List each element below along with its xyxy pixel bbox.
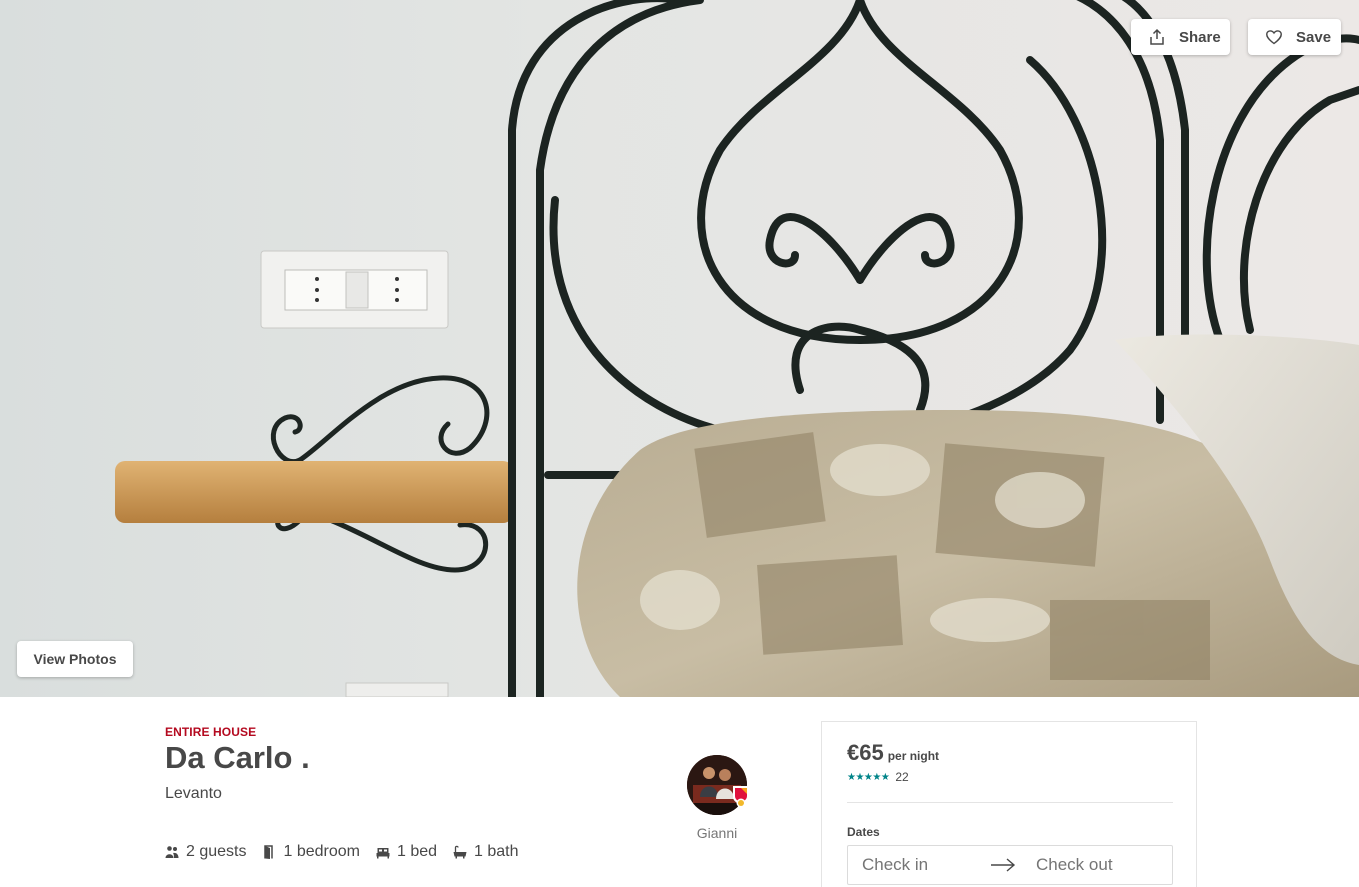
guests-icon [165, 845, 179, 859]
booking-card: €65 per night ★★★★★ 22 Dates Check in Ch… [821, 721, 1197, 887]
check-out-input[interactable]: Check out [1023, 855, 1113, 875]
dates-picker: Check in Check out [847, 845, 1173, 885]
host-name[interactable]: Gianni [687, 825, 747, 841]
amenity-guests: 2 guests [165, 843, 246, 861]
dates-label: Dates [847, 825, 880, 839]
rating[interactable]: ★★★★★ 22 [847, 770, 909, 784]
bed-icon [376, 845, 390, 859]
listing-kind: ENTIRE HOUSE [165, 725, 257, 739]
amenities-row: 2 guests 1 bedroom 1 bed 1 bath [165, 843, 535, 861]
bath-icon [453, 845, 467, 859]
bedroom-icon [262, 845, 276, 859]
review-count: 22 [895, 770, 909, 784]
amenity-bed-label: 1 bed [396, 843, 438, 860]
share-label: Share [1179, 28, 1221, 46]
save-button[interactable]: Save [1248, 19, 1341, 55]
share-button[interactable]: Share [1131, 19, 1230, 55]
amenity-guests-label: 2 guests [186, 843, 247, 860]
listing-title: Da Carlo . [165, 740, 310, 775]
star-rating-icon: ★★★★★ [847, 771, 890, 783]
price: €65 per night [847, 740, 939, 766]
listing-location[interactable]: Levanto [165, 785, 222, 803]
listing-photo [0, 0, 1359, 697]
amenity-bedroom-label: 1 bedroom [283, 843, 360, 860]
amenity-bedroom: 1 bedroom [262, 843, 360, 861]
amenity-bed: 1 bed [376, 843, 437, 861]
divider [847, 802, 1173, 803]
hero-photo[interactable]: Share Save View Photos [0, 0, 1359, 697]
view-photos-button[interactable]: View Photos [17, 641, 133, 677]
price-per: per night [887, 749, 940, 763]
check-in-input[interactable]: Check in [848, 855, 983, 875]
share-icon [1148, 28, 1166, 46]
arrow-right-icon [983, 858, 1023, 872]
heart-icon [1265, 28, 1283, 46]
amenity-bath-label: 1 bath [474, 843, 519, 860]
superhost-badge-icon [731, 784, 751, 808]
price-amount: €65 [847, 740, 884, 765]
save-label: Save [1296, 28, 1332, 46]
amenity-bath: 1 bath [453, 843, 519, 861]
